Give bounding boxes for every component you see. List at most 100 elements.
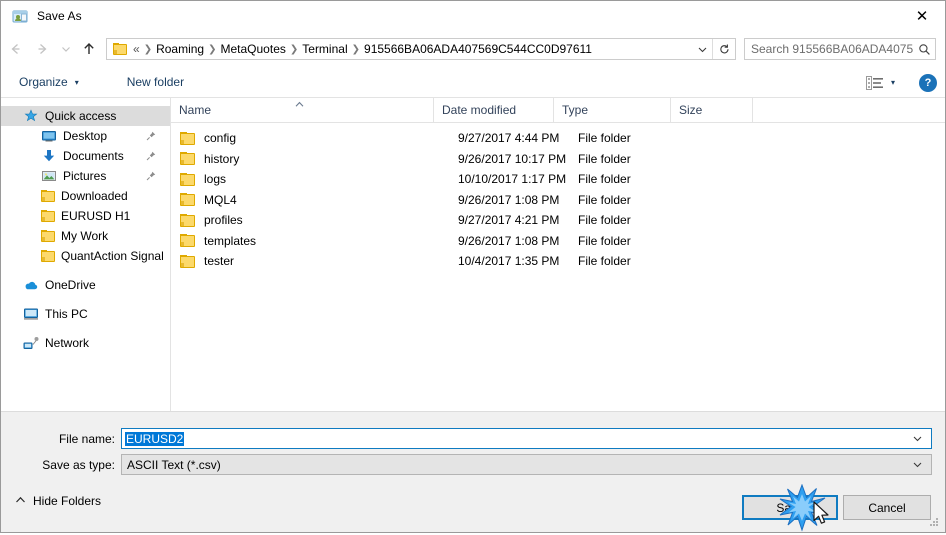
folder-icon (180, 152, 195, 166)
up-button[interactable] (75, 35, 103, 63)
breadcrumb: « ❯ Roaming ❯ MetaQuotes ❯ Terminal ❯ 91… (130, 42, 692, 56)
breadcrumb-separator: ❯ (208, 43, 217, 55)
table-row[interactable]: profiles 9/27/2017 4:21 PM File folder (171, 210, 945, 231)
sidebar-item-documents[interactable]: Documents (1, 146, 170, 166)
column-header-type[interactable]: Type (554, 98, 671, 122)
chevron-down-icon[interactable] (912, 459, 923, 473)
chevron-down-icon[interactable] (912, 433, 923, 447)
sidebar-item-label: Desktop (63, 129, 108, 143)
cancel-button[interactable]: Cancel (843, 495, 931, 520)
organize-button[interactable]: Organize ▾ (1, 75, 79, 89)
sidebar-item-this-pc[interactable]: This PC (1, 304, 170, 324)
sidebar-item-my-work[interactable]: My Work (1, 226, 170, 246)
save-as-dialog: Save As ✕ « ❯ Roaming ❯ MetaQuotes ❯ Ter… (0, 0, 946, 533)
table-row[interactable]: templates 9/26/2017 1:08 PM File folder (171, 231, 945, 252)
forward-button[interactable] (29, 35, 57, 63)
file-date: 9/26/2017 1:08 PM (458, 192, 560, 207)
column-header-date-modified[interactable]: Date modified (434, 98, 554, 122)
sidebar-item-eurusd-h1[interactable]: EURUSD H1 (1, 206, 170, 226)
caret-up-icon (295, 98, 304, 107)
table-row[interactable]: logs 10/10/2017 1:17 PM File folder (171, 169, 945, 190)
pin-icon[interactable] (146, 170, 156, 184)
filename-input[interactable]: EURUSD2 (121, 428, 932, 449)
table-row[interactable]: config 9/27/2017 4:44 PM File folder (171, 128, 945, 149)
column-header-filler (753, 98, 945, 122)
breadcrumb-item-2[interactable]: Terminal (299, 42, 350, 56)
resize-grip-icon[interactable] (930, 518, 940, 528)
sidebar-item-downloaded[interactable]: Downloaded (1, 186, 170, 206)
folder-icon (180, 172, 195, 186)
sidebar-item-label: EURUSD H1 (61, 209, 131, 223)
onedrive-cloud-icon (23, 277, 39, 293)
recent-locations-button[interactable] (57, 35, 75, 63)
caret-up-icon (15, 496, 26, 506)
column-header-name[interactable]: Name (171, 98, 434, 122)
help-button[interactable]: ? (919, 73, 937, 92)
breadcrumb-item-1[interactable]: MetaQuotes (218, 42, 289, 56)
breadcrumb-separator: ❯ (351, 43, 361, 55)
chevron-down-icon[interactable]: ▾ (891, 78, 895, 87)
search-box[interactable]: Search 915566BA06ADA40756... (744, 38, 936, 60)
file-name: logs (204, 172, 227, 187)
pin-icon[interactable] (146, 150, 156, 164)
documents-download-icon (41, 148, 57, 164)
desktop-icon (41, 128, 57, 144)
dialog-body: Quick access Desktop Documents Pictures … (1, 98, 945, 411)
filetype-label: Save as type: (42, 457, 115, 472)
column-header-size[interactable]: Size (671, 98, 753, 122)
sidebar-item-network[interactable]: Network (1, 333, 170, 353)
address-bar[interactable]: « ❯ Roaming ❯ MetaQuotes ❯ Terminal ❯ 91… (106, 38, 736, 60)
refresh-icon[interactable] (712, 39, 735, 59)
filetype-row: Save as type: ASCII Text (*.csv) (1, 454, 932, 475)
breadcrumb-item-0[interactable]: Roaming (153, 42, 207, 56)
save-button[interactable]: Save (742, 495, 838, 520)
filename-value[interactable]: EURUSD2 (125, 431, 185, 446)
filetype-select[interactable]: ASCII Text (*.csv) (121, 454, 932, 475)
file-type: File folder (578, 233, 631, 248)
file-date: 9/27/2017 4:21 PM (458, 213, 560, 228)
sidebar-item-label: Quick access (45, 109, 117, 123)
file-type: File folder (578, 151, 631, 166)
back-button[interactable] (1, 35, 29, 63)
title-bar: Save As ✕ (1, 1, 945, 31)
navigation-sidebar[interactable]: Quick access Desktop Documents Pictures … (1, 98, 171, 411)
view-layout-icon[interactable] (865, 75, 884, 90)
column-label: Size (679, 103, 703, 117)
filetype-value: ASCII Text (*.csv) (127, 457, 221, 472)
column-header-row: Name Date modified Type Size (171, 98, 945, 123)
breadcrumb-item-3[interactable]: 915566BA06ADA407569C544CC0D97611 (361, 42, 595, 56)
breadcrumb-overflow[interactable]: « (130, 42, 143, 56)
table-row[interactable]: MQL4 9/26/2017 1:08 PM File folder (171, 190, 945, 211)
hide-folders-button[interactable]: Hide Folders (15, 494, 101, 508)
sidebar-item-pictures[interactable]: Pictures (1, 166, 170, 186)
sidebar-item-label: Downloaded (61, 189, 128, 203)
file-date: 10/4/2017 1:35 PM (458, 254, 560, 269)
window-title: Save As (37, 9, 82, 23)
table-row[interactable]: history 9/26/2017 10:17 PM File folder (171, 149, 945, 170)
sidebar-item-onedrive[interactable]: OneDrive (1, 275, 170, 295)
sidebar-item-label: This PC (45, 307, 88, 321)
folder-icon (41, 210, 55, 222)
breadcrumb-separator: ❯ (143, 43, 153, 55)
sidebar-item-desktop[interactable]: Desktop (1, 126, 170, 146)
folder-icon (180, 131, 195, 145)
chevron-down-icon[interactable] (692, 44, 712, 55)
close-icon[interactable]: ✕ (899, 1, 945, 31)
sidebar-item-label: Pictures (63, 169, 107, 183)
sidebar-item-label: QuantAction Signal (61, 249, 164, 263)
save-form: File name: EURUSD2 Save as type: ASCII T… (1, 411, 945, 485)
sidebar-item-quick-access[interactable]: Quick access (1, 106, 170, 126)
search-icon[interactable] (913, 43, 935, 56)
table-row[interactable]: tester 10/4/2017 1:35 PM File folder (171, 251, 945, 272)
navigation-bar: « ❯ Roaming ❯ MetaQuotes ❯ Terminal ❯ 91… (1, 31, 945, 67)
new-folder-button[interactable]: New folder (109, 75, 184, 89)
file-name: history (204, 151, 240, 166)
pictures-icon (41, 168, 57, 184)
search-input[interactable]: Search 915566BA06ADA40756... (745, 42, 913, 56)
sidebar-item-label: Network (45, 336, 90, 350)
sidebar-item-quantaction-signal[interactable]: QuantAction Signal (1, 246, 170, 266)
chevron-down-icon: ▾ (74, 77, 79, 87)
pin-icon[interactable] (146, 130, 156, 144)
folder-icon (41, 230, 55, 242)
